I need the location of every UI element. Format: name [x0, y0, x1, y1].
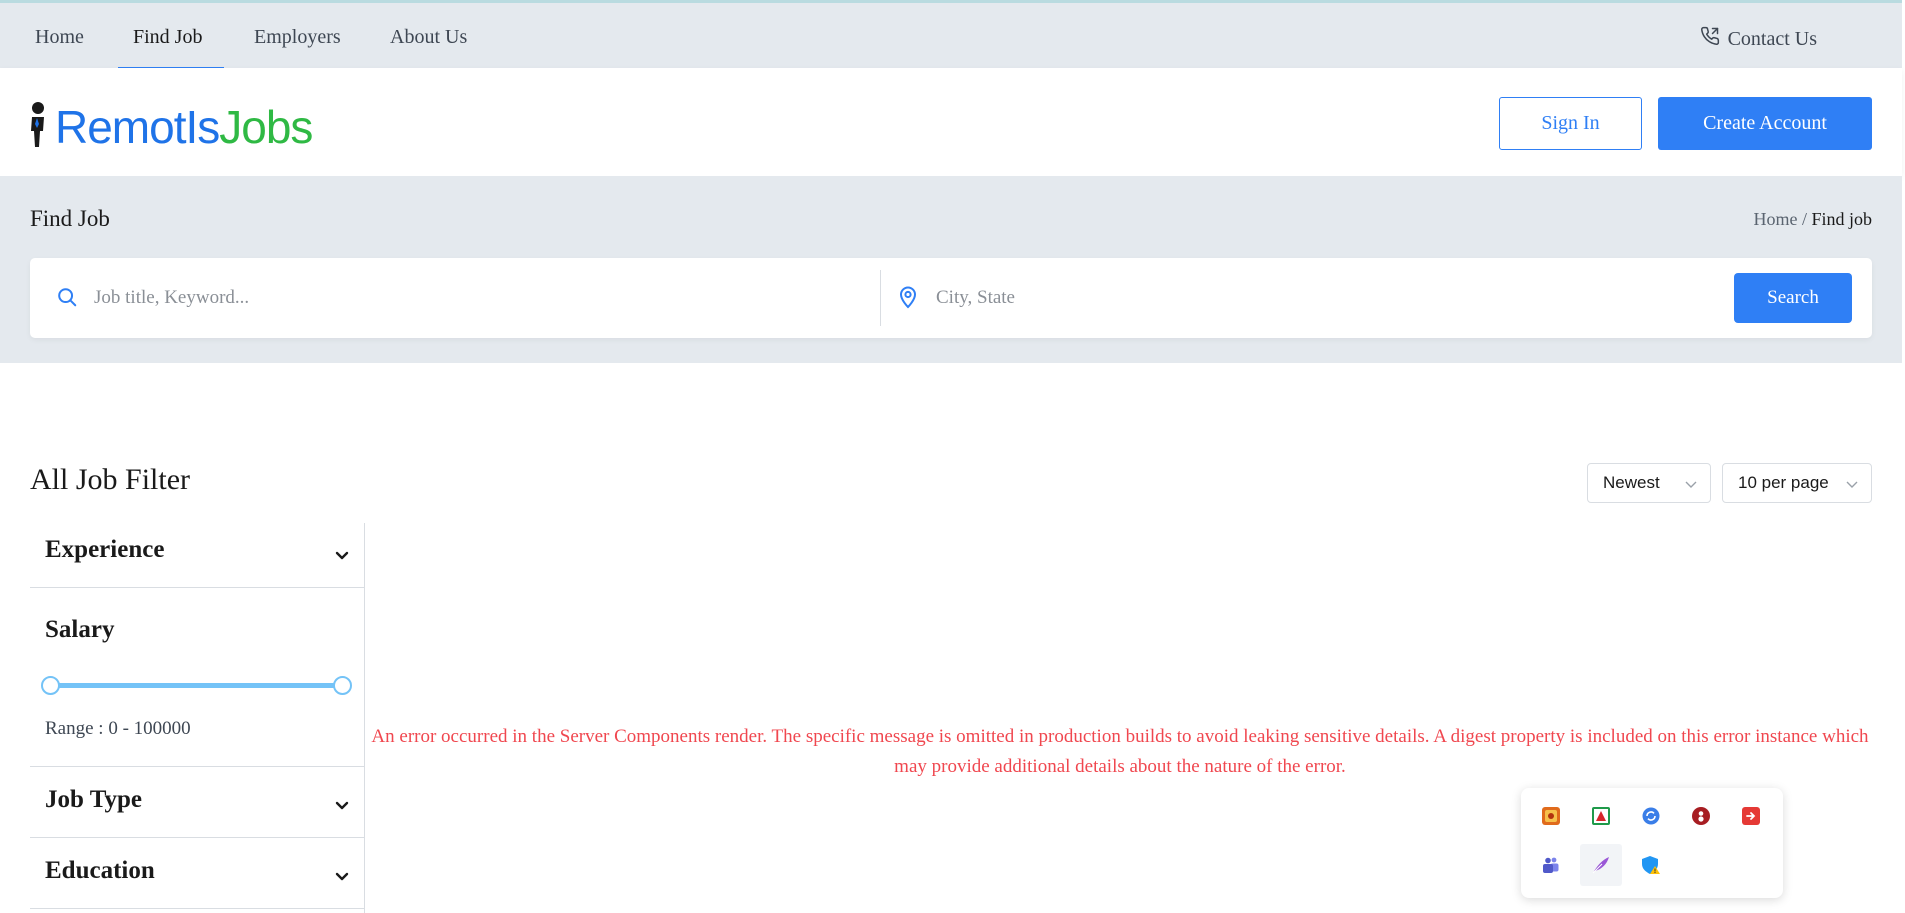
filter-sidebar: Experience Salary Range : 0 - 100000 Job… [30, 523, 365, 913]
page-title: Find Job [30, 206, 110, 231]
chevron-down-icon [334, 868, 350, 889]
nav-about-us[interactable]: About Us [390, 26, 467, 49]
filter-job-type[interactable]: Job Type [30, 767, 365, 838]
contact-us-link[interactable]: Contact Us [1700, 26, 1817, 52]
nav-home[interactable]: Home [35, 26, 84, 49]
job-search-bar: Search [30, 258, 1872, 338]
location-input[interactable] [936, 276, 1636, 320]
contact-us-label: Contact Us [1727, 27, 1817, 50]
tray-app-red-circle-icon[interactable] [1690, 805, 1712, 827]
per-page-select[interactable]: 10 per page [1722, 463, 1872, 503]
salary-range-text: Range : 0 - 100000 [45, 718, 191, 739]
chevron-down-icon [1684, 476, 1698, 496]
feather-pen-icon[interactable] [1580, 844, 1622, 886]
top-nav: Home Find Job Employers About Us Contact… [0, 0, 1902, 70]
breadcrumb: Home / Find job [1753, 209, 1872, 230]
nav-find-job[interactable]: Find Job [133, 26, 202, 49]
find-job-hero: Find Job Home / Find job Search [0, 176, 1902, 363]
tray-app-orange-icon[interactable] [1540, 805, 1562, 827]
breadcrumb-current: Find job [1811, 209, 1872, 229]
salary-slider-track[interactable] [50, 683, 342, 688]
chevron-down-icon [334, 797, 350, 818]
all-job-filter-title: All Job Filter [30, 463, 191, 496]
security-warning-icon[interactable] [1640, 854, 1662, 876]
search-icon [56, 286, 78, 313]
site-logo[interactable]: RemotIs Jobs [29, 94, 313, 153]
breadcrumb-separator: / [1797, 209, 1812, 229]
tray-remote-desktop-icon[interactable] [1740, 805, 1762, 827]
sort-select[interactable]: Newest [1587, 463, 1711, 503]
filter-education[interactable]: Education [30, 838, 365, 909]
filter-education-label: Education [45, 857, 155, 884]
filter-experience-label: Experience [45, 536, 165, 563]
logo-person-icon [31, 102, 44, 147]
salary-slider-max-handle[interactable] [333, 676, 352, 695]
teams-icon[interactable] [1540, 854, 1562, 876]
phone-icon [1700, 26, 1720, 52]
per-page-select-value: 10 per page [1738, 473, 1829, 492]
filter-job-type-label: Job Type [45, 786, 143, 813]
tray-sync-icon[interactable] [1640, 805, 1662, 827]
tray-app-green-red-icon[interactable] [1590, 805, 1612, 827]
chevron-down-icon [1845, 476, 1859, 496]
filter-salary-label: Salary [45, 616, 115, 643]
server-error-message: An error occurred in the Server Componen… [371, 726, 1869, 777]
keyword-input[interactable] [94, 276, 894, 320]
breadcrumb-home[interactable]: Home [1753, 209, 1797, 229]
sign-in-button[interactable]: Sign In [1499, 97, 1642, 150]
search-button[interactable]: Search [1734, 273, 1852, 323]
create-account-button[interactable]: Create Account [1658, 97, 1872, 150]
nav-employers[interactable]: Employers [254, 26, 341, 49]
search-divider [880, 270, 881, 326]
salary-slider-min-handle[interactable] [41, 676, 60, 695]
filter-experience[interactable]: Experience [30, 523, 365, 588]
filter-salary: Salary Range : 0 - 100000 [30, 588, 365, 767]
logo-text-remotis: RemotIs [55, 101, 220, 153]
site-header: RemotIs Jobs Sign In Create Account [0, 68, 1902, 176]
logo-text-jobs: Jobs [219, 101, 313, 153]
system-tray-popup [1521, 788, 1783, 898]
location-pin-icon [898, 285, 918, 314]
sort-select-value: Newest [1603, 473, 1660, 492]
chevron-down-icon [334, 547, 350, 568]
